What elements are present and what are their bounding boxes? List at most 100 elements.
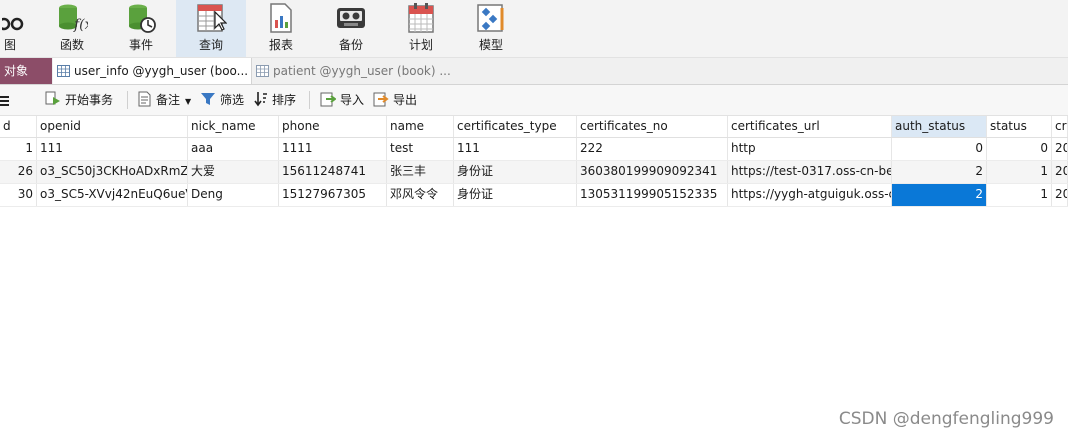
cell-id[interactable]: 1 [0,138,37,160]
column-header-openid[interactable]: openid [37,116,188,137]
export-icon [373,92,389,107]
ribbon-report-label: 报表 [268,38,293,52]
menu-button[interactable] [0,85,14,115]
cell-id[interactable]: 30 [0,184,37,206]
toolbar-divider [309,91,310,109]
cell-create-time[interactable]: 20 [1052,138,1068,160]
ribbon-report-button[interactable]: 报表 [256,0,306,57]
ribbon-query-label: 查询 [198,38,223,52]
backup-icon [337,8,365,28]
column-header-auth-status[interactable]: auth_status [892,116,987,137]
tab-user-info[interactable]: user_info @yygh_user (boo... [53,58,252,84]
column-header-nick-name[interactable]: nick_name [188,116,279,137]
ribbon-function-button[interactable]: f(x) 函数 [46,0,98,57]
filter-button[interactable]: 筛选 [200,85,244,115]
ribbon-backup-button[interactable]: 备份 [326,0,376,57]
chevron-down-icon: ▼ [185,97,192,106]
ribbon-event-button[interactable]: 事件 [115,0,167,57]
hamburger-icon [0,96,9,106]
function-icon: f(x) [59,4,88,33]
memo-icon [138,91,151,107]
cell-name[interactable]: 张三丰 [387,161,454,183]
ribbon-model-label: 模型 [478,38,503,52]
begin-transaction-label: 开始事务 [65,93,114,107]
cell-auth-status-selected[interactable]: 2 [892,184,987,206]
cell-create-time[interactable]: 20 [1052,161,1068,183]
ribbon-schedule-button[interactable]: 计划 [396,0,446,57]
cell-openid[interactable]: o3_SC5-XVvj42nEuQ6ueVI [37,184,188,206]
sort-icon [254,92,267,107]
svg-text:f(x): f(x) [73,17,88,33]
document-tab-bar: 对象 user_info @yygh_user (boo... patient … [0,58,1068,85]
memo-button[interactable]: 备注 ▼ [137,85,191,115]
cell-name[interactable]: test [387,138,454,160]
cell-name[interactable]: 邓风令令 [387,184,454,206]
view-icon [2,17,24,31]
cell-create-time[interactable]: 20 [1052,184,1068,206]
column-header-create-time[interactable]: cr [1052,116,1068,137]
cell-openid[interactable]: 111 [37,138,188,160]
cell-status[interactable]: 0 [987,138,1052,160]
filter-icon [201,93,215,105]
cell-certificates-no[interactable]: 130531199905152335 [577,184,728,206]
model-icon [477,4,504,32]
report-icon [270,3,292,33]
cell-auth-status[interactable]: 2 [892,161,987,183]
query-icon [197,4,227,32]
cell-certificates-url[interactable]: https://yygh-atguiguk.oss-cn [728,184,892,206]
export-button[interactable]: 导出 [373,85,417,115]
column-header-id[interactable]: d [0,116,37,137]
watermark: CSDN @dengfengling999 [838,409,1054,429]
cell-status[interactable]: 1 [987,184,1052,206]
filter-label: 筛选 [220,93,245,107]
table-row[interactable]: 26 o3_SC50j3CKHoADxRmZ5 大爱 15611248741 张… [0,161,1068,184]
ribbon-function-label: 函数 [59,38,84,52]
cell-openid[interactable]: o3_SC50j3CKHoADxRmZ5 [37,161,188,183]
table-row[interactable]: 1 111 aaa 1111 test 111 222 http 0 0 20 [0,138,1068,161]
table-row[interactable]: 30 o3_SC5-XVvj42nEuQ6ueVI Deng 151279673… [0,184,1068,207]
cell-certificates-no[interactable]: 222 [577,138,728,160]
cell-certificates-url[interactable]: https://test-0317.oss-cn-bei [728,161,892,183]
tab-patient[interactable]: patient @yygh_user (book) ... [252,58,512,84]
import-button[interactable]: 导入 [320,85,364,115]
ribbon-view-label: 图 [3,38,16,52]
schedule-icon [408,3,434,33]
cell-nick-name[interactable]: Deng [188,184,279,206]
grid-header-row: d openid nick_name phone name certificat… [0,116,1068,138]
import-icon [320,92,337,107]
cell-certificates-type[interactable]: 身份证 [454,184,577,206]
table-icon [57,65,70,77]
column-header-name[interactable]: name [387,116,454,137]
cell-status[interactable]: 1 [987,161,1052,183]
export-label: 导出 [393,93,418,107]
cell-certificates-url[interactable]: http [728,138,892,160]
ribbon-query-button[interactable]: 查询 [176,0,246,57]
ribbon-view-button[interactable]: 图 [0,0,24,57]
column-header-certificates-url[interactable]: certificates_url [728,116,892,137]
transaction-icon [45,91,60,105]
cell-phone[interactable]: 15127967305 [279,184,387,206]
cell-auth-status[interactable]: 0 [892,138,987,160]
cell-certificates-no[interactable]: 360380199909092341 [577,161,728,183]
toolbar-divider [127,91,128,109]
column-header-certificates-type[interactable]: certificates_type [454,116,577,137]
table-icon [256,65,269,77]
ribbon-model-button[interactable]: 模型 [466,0,516,57]
cell-certificates-type[interactable]: 身份证 [454,161,577,183]
cell-id[interactable]: 26 [0,161,37,183]
ribbon-toolbar: 图 f(x) 函数 事件 查询 [0,0,1068,58]
column-header-status[interactable]: status [987,116,1052,137]
tab-user-info-label: user_info @yygh_user (boo... [74,64,249,78]
cell-nick-name[interactable]: 大爱 [188,161,279,183]
cell-phone[interactable]: 15611248741 [279,161,387,183]
cell-nick-name[interactable]: aaa [188,138,279,160]
begin-transaction-button[interactable]: 开始事务 [45,85,113,115]
cell-phone[interactable]: 1111 [279,138,387,160]
column-header-certificates-no[interactable]: certificates_no [577,116,728,137]
tab-objects[interactable]: 对象 [0,58,52,84]
table-toolbar: 开始事务 备注 ▼ 筛选 排序 导入 导出 [0,85,1068,116]
memo-label: 备注 [156,93,181,107]
column-header-phone[interactable]: phone [279,116,387,137]
sort-button[interactable]: 排序 [254,85,296,115]
cell-certificates-type[interactable]: 111 [454,138,577,160]
